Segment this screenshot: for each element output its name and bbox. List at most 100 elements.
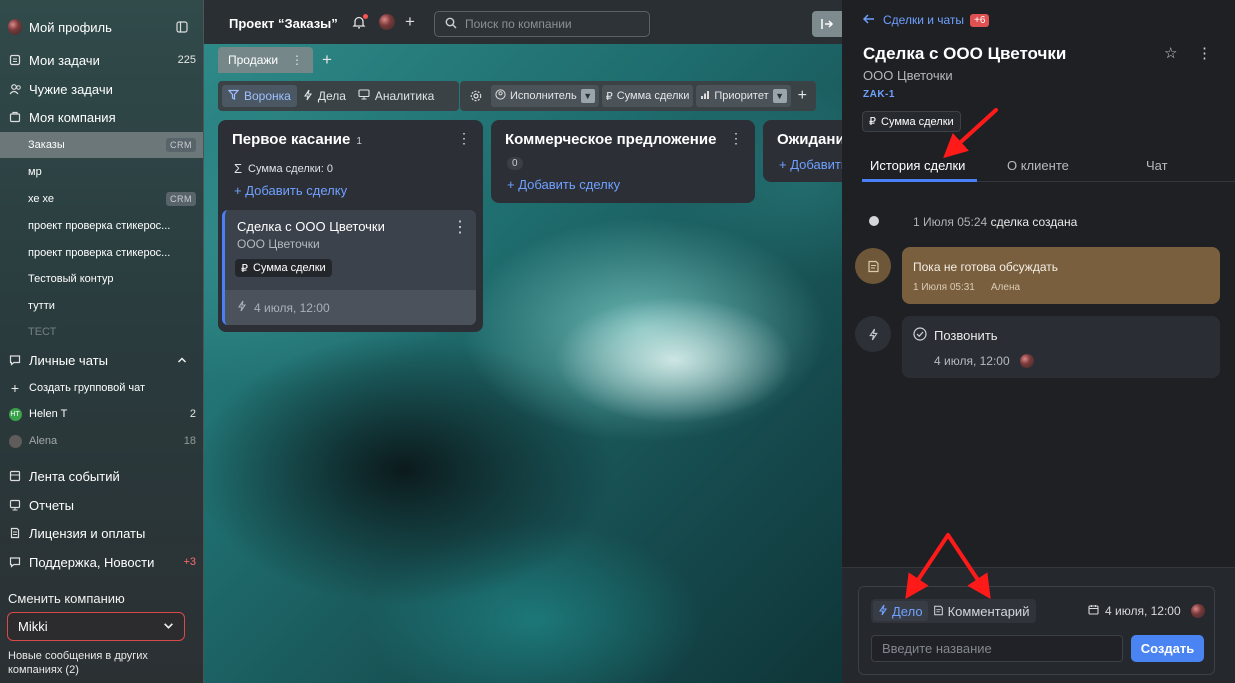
board-area: Проект “Заказы” + Поиск по компании Прод… xyxy=(204,0,842,683)
card-company: ООО Цветочки xyxy=(237,237,320,251)
tasks-icon xyxy=(8,53,22,67)
project-item-orders[interactable]: Заказы CRM xyxy=(0,132,203,158)
project-item[interactable]: ТЕСТ xyxy=(0,319,203,345)
back-link[interactable]: Сделки и чаты +6 xyxy=(862,13,990,27)
filter-deal-sum[interactable]: ₽ Сумма сделки xyxy=(601,85,694,107)
ruble-icon: ₽ xyxy=(605,90,613,103)
crm-badge: CRM xyxy=(166,138,196,152)
sidebar-item-reports[interactable]: Отчеты xyxy=(0,492,203,518)
filter-bar: Исполнитель ▼ ₽ Сумма сделки Приоритет ▼… xyxy=(460,81,816,111)
deal-company[interactable]: ООО Цветочки xyxy=(863,68,953,83)
due-date-picker[interactable]: 4 июля, 12:00 xyxy=(1088,604,1205,618)
deal-code: ZAK-1 xyxy=(863,89,895,100)
deal-tag[interactable]: ₽ Сумма сделки xyxy=(862,111,961,132)
user-icon xyxy=(495,89,506,103)
more-icon[interactable]: ⋮ xyxy=(1197,44,1212,62)
tab-chat[interactable]: Чат xyxy=(1146,158,1168,173)
task-item[interactable]: Позвонить 4 июля, 12:00 xyxy=(902,316,1220,378)
company-icon xyxy=(8,110,22,124)
chats-header[interactable]: Личные чаты xyxy=(0,347,203,373)
card-menu-icon[interactable]: ⋮ xyxy=(452,217,468,237)
add-deal-button[interactable]: + Добавить сделку xyxy=(234,183,347,198)
column-menu-icon[interactable]: ⋮ xyxy=(729,130,743,147)
chat-item-alena[interactable]: Alena 18 xyxy=(0,428,203,454)
count-badge: +6 xyxy=(970,13,990,27)
switch-company-label: Сменить компанию xyxy=(8,591,125,606)
view-tab-funnel[interactable]: Воронка xyxy=(222,85,297,107)
star-icon[interactable]: ☆ xyxy=(1164,44,1177,62)
project-item[interactable]: проект проверка стикерос... xyxy=(0,213,203,239)
filter-assignee[interactable]: Исполнитель ▼ xyxy=(491,85,599,107)
column-title: Первое касание xyxy=(232,131,351,148)
comment-icon xyxy=(933,604,944,619)
sidebar-item-feed[interactable]: Лента событий xyxy=(0,463,203,489)
ruble-icon: ₽ xyxy=(869,116,876,128)
column-count: 1 xyxy=(356,136,362,147)
chevron-down-icon xyxy=(163,619,174,634)
mode-comment-button[interactable]: Комментарий xyxy=(928,601,1035,621)
company-select[interactable]: Mikki xyxy=(7,612,185,641)
add-deal-button[interactable]: + Добавить сделку xyxy=(507,177,620,192)
avatar[interactable] xyxy=(1190,604,1205,618)
settings-icon[interactable] xyxy=(464,85,488,107)
view-tab-analytics[interactable]: Аналитика xyxy=(352,85,440,107)
profile-row[interactable]: Мой профиль xyxy=(0,14,203,40)
chat-item-helen[interactable]: HT Helen T 2 xyxy=(0,401,203,427)
reports-icon xyxy=(8,498,22,512)
sidebar-item-others-tasks[interactable]: Чужие задачи xyxy=(0,76,203,102)
column-count: 0 xyxy=(507,157,523,170)
check-circle-icon[interactable] xyxy=(913,327,927,344)
create-group-chat[interactable]: + Создать групповой чат xyxy=(0,375,203,401)
search-input[interactable]: Поиск по компании xyxy=(434,11,650,37)
bars-icon xyxy=(700,90,710,103)
plus-icon: + xyxy=(10,380,20,396)
sidebar-item-support[interactable]: Поддержка, Новости +3 xyxy=(0,549,203,575)
other-companies-messages[interactable]: Новые сообщения в других компаниях (2) xyxy=(8,649,188,677)
profile-label: Мой профиль xyxy=(29,19,112,35)
filter-priority[interactable]: Приоритет ▼ xyxy=(696,85,791,107)
collapse-panel-button[interactable] xyxy=(812,11,842,37)
sidebar-item-license[interactable]: Лицензия и оплаты xyxy=(0,520,203,546)
project-item[interactable]: проект проверка стикерос... xyxy=(0,240,203,266)
project-title[interactable]: Проект “Заказы” xyxy=(229,16,338,31)
sidebar-toggle-icon[interactable] xyxy=(175,20,189,34)
card-title: Сделка с ООО Цветочки xyxy=(237,219,385,234)
avatar[interactable] xyxy=(379,14,395,30)
lightning-icon xyxy=(237,300,247,315)
view-tab-tasks[interactable]: Дела xyxy=(297,85,352,107)
project-item[interactable]: хе хе CRM xyxy=(0,186,203,212)
mode-task-button[interactable]: Дело xyxy=(873,601,928,621)
tab-client[interactable]: О клиенте xyxy=(1007,158,1069,173)
add-deal-button[interactable]: + Добавить xyxy=(779,157,842,172)
project-item[interactable]: тутти xyxy=(0,293,203,319)
card-footer: 4 июля, 12:00 xyxy=(225,290,476,325)
sidebar-item-my-tasks[interactable]: Мои задачи 225 xyxy=(0,47,203,73)
crm-badge: CRM xyxy=(166,192,196,206)
sidebar-item-my-company[interactable]: Моя компания xyxy=(0,104,203,130)
avatar: HT xyxy=(8,407,22,421)
project-item[interactable]: Тестовый контур xyxy=(0,266,203,292)
funnel-icon xyxy=(227,89,240,103)
task-name-input[interactable] xyxy=(871,635,1123,662)
deal-card[interactable]: Сделка с ООО Цветочки ⋮ ООО Цветочки ₽ Су… xyxy=(222,210,476,325)
create-button[interactable]: Создать xyxy=(1131,635,1204,662)
deal-panel: Сделки и чаты +6 Сделка с ООО Цветочки ☆… xyxy=(842,0,1235,683)
add-tab-button[interactable]: + xyxy=(322,50,332,70)
composer: Дело Комментарий 4 июля, 12:00 Создать xyxy=(858,586,1215,675)
lightning-icon xyxy=(855,316,891,352)
feed-icon xyxy=(8,469,22,483)
column-menu-icon[interactable]: ⋮ xyxy=(457,130,471,147)
comment-bubble[interactable]: Пока не готова обсуждать 1 Июля 05:31 Але… xyxy=(902,247,1220,304)
chat-icon xyxy=(8,353,22,367)
column-commercial-offer: Коммерческое предложение ⋮ 0 + Добавить … xyxy=(491,120,755,203)
tab-menu-icon[interactable]: ⋮ xyxy=(291,53,303,67)
project-item[interactable]: мр xyxy=(0,159,203,185)
column-title: Ожидани xyxy=(777,131,842,148)
add-member-icon[interactable]: + xyxy=(405,12,415,32)
chevron-up-icon[interactable] xyxy=(175,353,189,367)
topbar: Проект “Заказы” + Поиск по компании xyxy=(204,0,842,44)
tab-sales[interactable]: Продажи ⋮ xyxy=(218,47,313,73)
search-icon xyxy=(445,17,457,32)
tab-history[interactable]: История сделки xyxy=(870,158,965,173)
add-filter-button[interactable]: + xyxy=(794,85,811,107)
